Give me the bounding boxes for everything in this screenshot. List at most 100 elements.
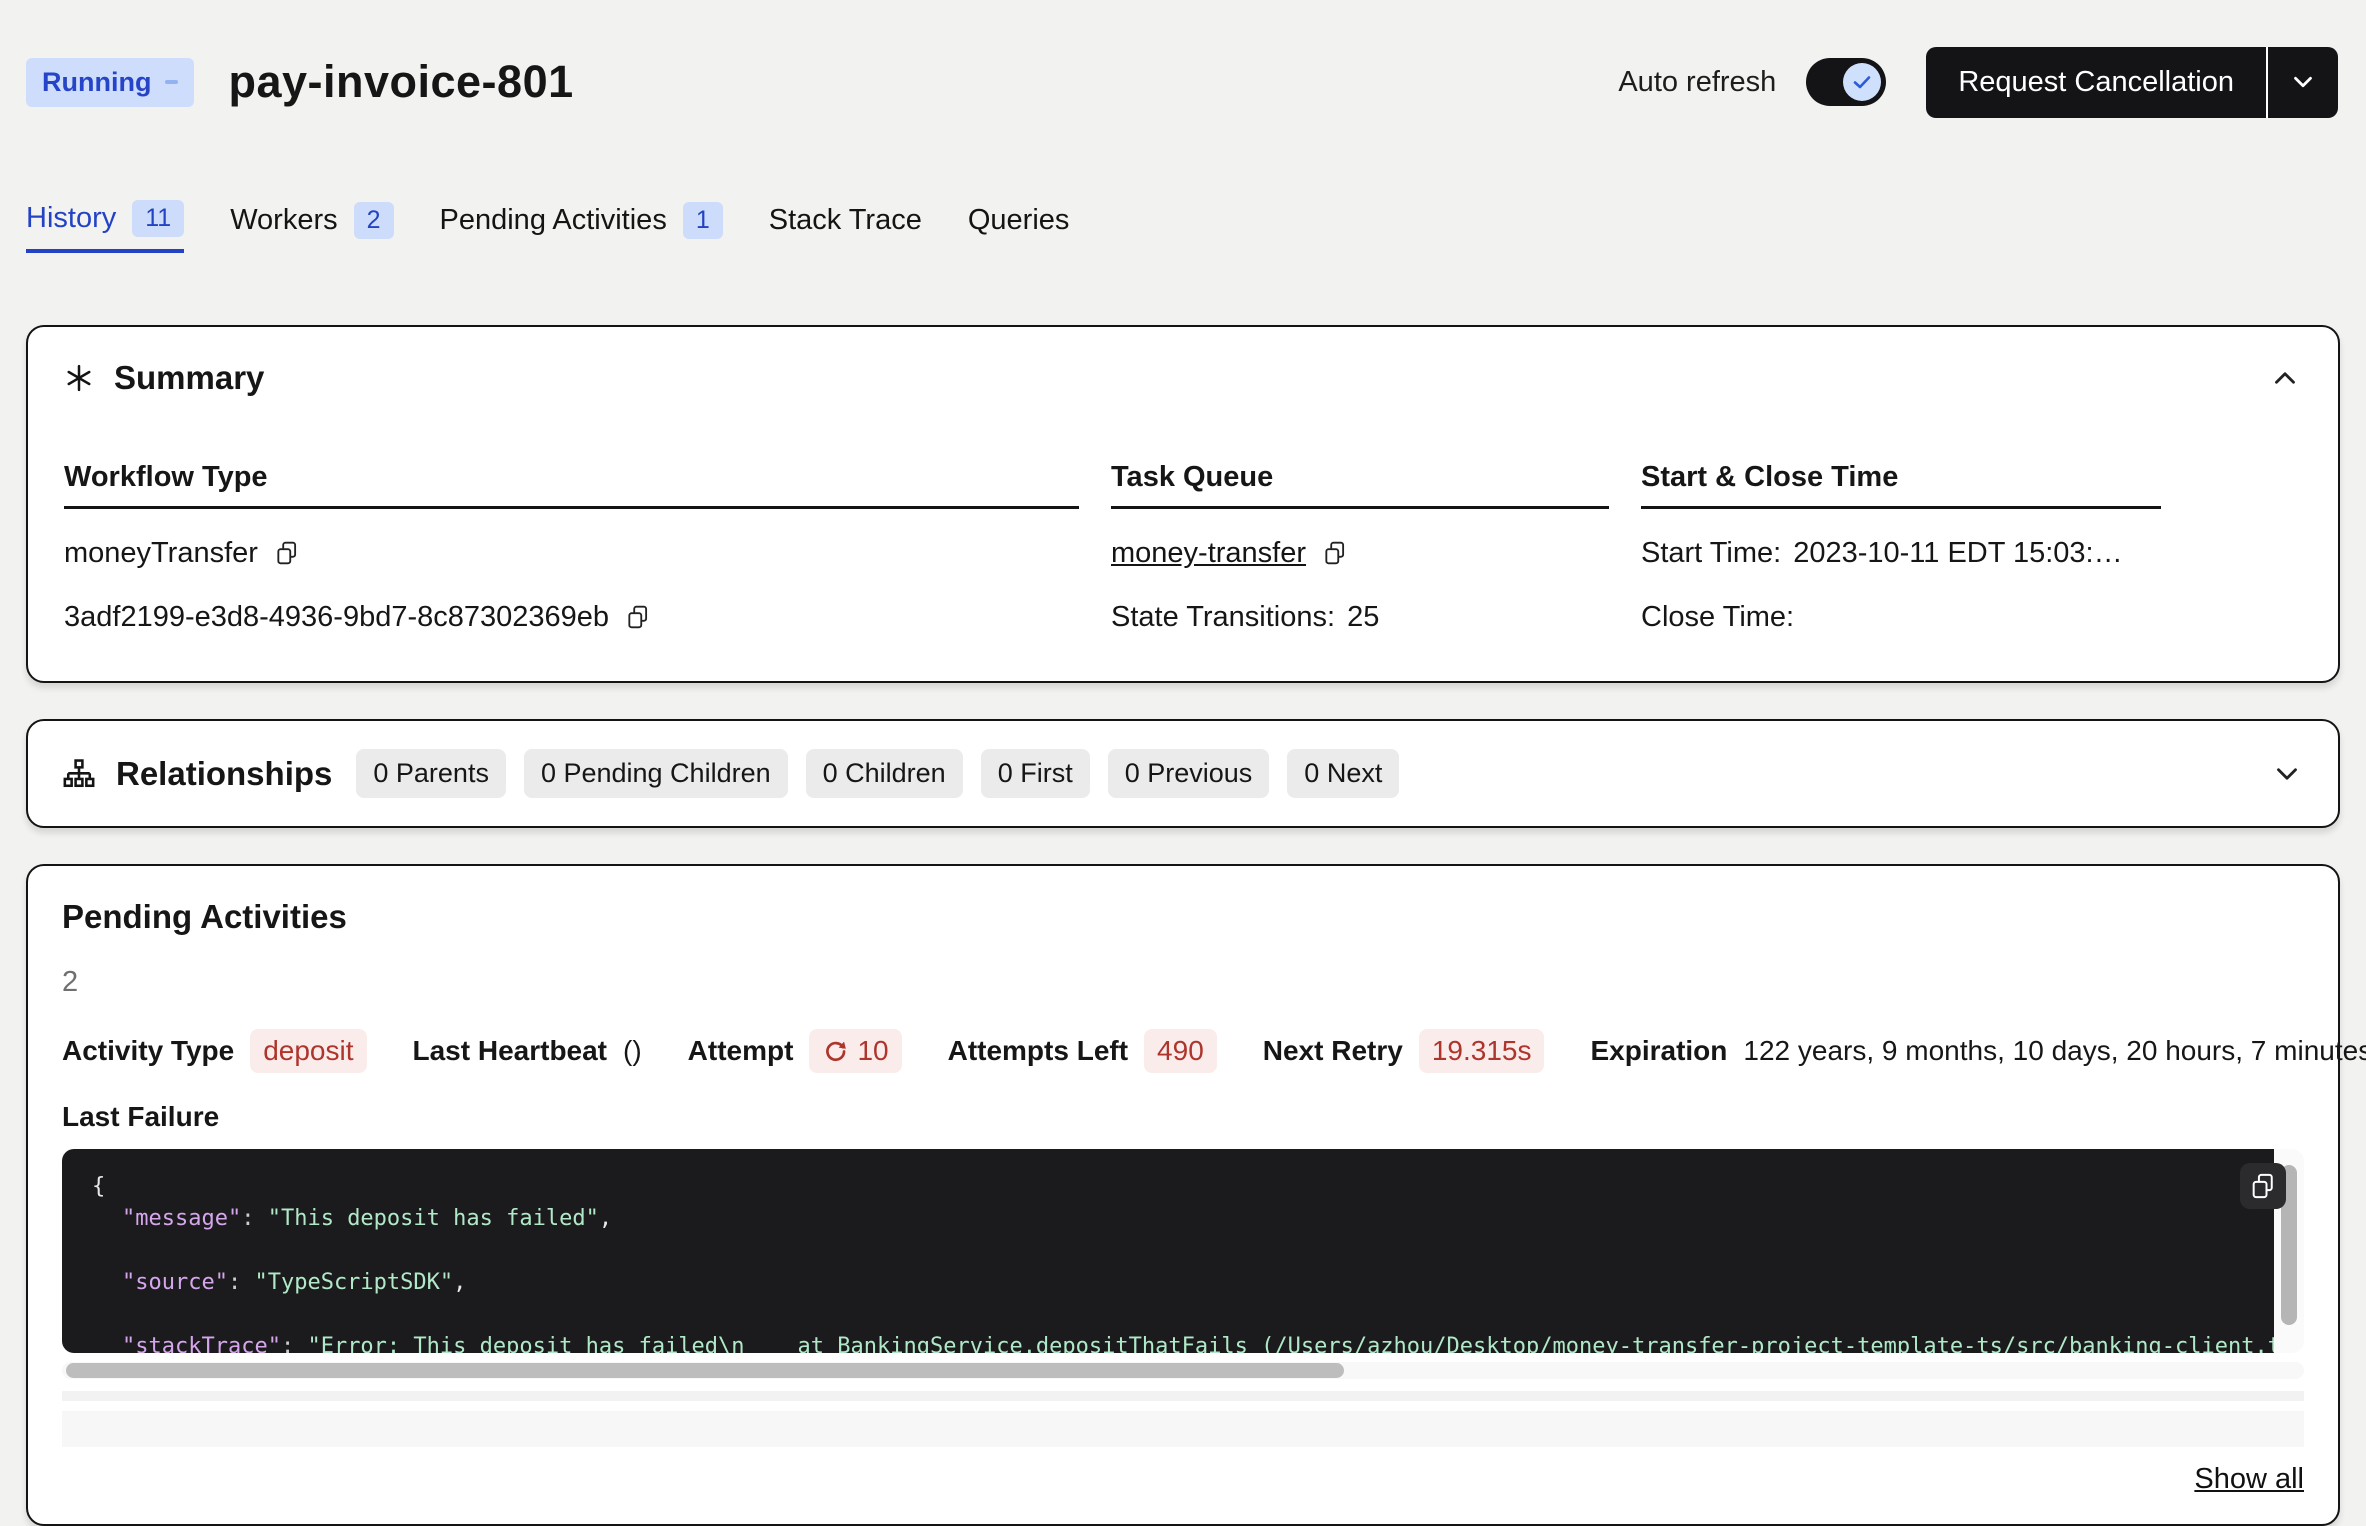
pending-children-badge: 0 Pending Children: [524, 749, 788, 798]
state-transitions-value: 25: [1347, 601, 1379, 634]
attempt-badge: 10: [809, 1029, 901, 1073]
previous-badge: 0 Previous: [1108, 749, 1270, 798]
code-key: "source": [122, 1270, 228, 1295]
expiration-field: Expiration 122 years, 9 months, 10 days,…: [1590, 1035, 2366, 1067]
time-column: Start & Close Time Start Time: 2023-10-1…: [1641, 461, 2161, 637]
relationships-expand-button[interactable]: [2270, 757, 2304, 791]
tab-history[interactable]: History 11: [26, 200, 184, 253]
show-all-row: Show all: [62, 1463, 2304, 1496]
time-header: Start & Close Time: [1641, 461, 2161, 509]
attempt-label: Attempt: [688, 1035, 794, 1067]
pending-activities-title: Pending Activities: [62, 898, 2304, 936]
tab-label: Queries: [968, 204, 1070, 237]
last-failure-code-block: { "message": "This deposit has failed", …: [62, 1149, 2274, 1353]
request-cancellation-label: Request Cancellation: [1926, 47, 2266, 118]
code-open-brace: {: [92, 1174, 105, 1199]
tab-label: History: [26, 202, 116, 235]
pending-activities-card: Pending Activities 2 Activity Type depos…: [26, 864, 2340, 1526]
relationships-card: Relationships 0 Parents 0 Pending Childr…: [26, 719, 2340, 828]
task-queue-header: Task Queue: [1111, 461, 1609, 509]
tab-count-badge: 11: [132, 200, 184, 237]
status-spinner-icon: [165, 80, 178, 84]
chevron-up-icon: [2268, 361, 2302, 395]
code-separator: :: [241, 1206, 268, 1231]
tab-workers[interactable]: Workers 2: [230, 200, 393, 253]
status-badge: Running: [26, 58, 194, 107]
last-heartbeat-label: Last Heartbeat: [413, 1035, 608, 1067]
chevron-down-icon: [2270, 757, 2304, 791]
show-all-link[interactable]: Show all: [2194, 1463, 2304, 1496]
copy-task-queue-button[interactable]: [1322, 540, 1348, 566]
tab-pending-activities[interactable]: Pending Activities 1: [440, 200, 723, 253]
workflow-type-header: Workflow Type: [64, 461, 1079, 509]
tab-queries[interactable]: Queries: [968, 200, 1070, 253]
code-line: "message": "This deposit has failed",: [92, 1203, 2274, 1235]
tab-stack-trace[interactable]: Stack Trace: [769, 200, 922, 253]
code-separator: :: [228, 1270, 255, 1295]
tab-label: Stack Trace: [769, 204, 922, 237]
code-line: "source": "TypeScriptSDK",: [92, 1267, 2274, 1299]
code-value: "TypeScriptSDK": [254, 1270, 453, 1295]
first-badge: 0 First: [981, 749, 1090, 798]
status-badge-label: Running: [42, 67, 151, 98]
expiration-label: Expiration: [1590, 1035, 1727, 1067]
next-retry-field: Next Retry 19.315s: [1263, 1029, 1545, 1073]
workflow-type-column: Workflow Type moneyTransfer 3adf2199-e3d…: [64, 461, 1079, 637]
attempts-left-badge: 490: [1144, 1029, 1217, 1073]
expiration-value: 122 years, 9 months, 10 days, 20 hours, …: [1743, 1035, 2366, 1067]
task-queue-link[interactable]: money-transfer: [1111, 537, 1306, 570]
auto-refresh-toggle[interactable]: [1806, 58, 1886, 106]
run-id-value: 3adf2199-e3d8-4936-9bd7-8c87302369eb: [64, 601, 609, 634]
tab-count-badge: 2: [354, 202, 394, 239]
state-transitions-label: State Transitions:: [1111, 601, 1335, 634]
attempt-field: Attempt 10: [688, 1029, 902, 1073]
chevron-down-icon: [2288, 67, 2318, 97]
activity-type-badge: deposit: [250, 1029, 366, 1073]
relationship-badges: 0 Parents 0 Pending Children 0 Children …: [356, 749, 1399, 798]
parents-badge: 0 Parents: [356, 749, 506, 798]
start-time-value: 2023-10-11 EDT 15:03:…: [1793, 537, 2122, 570]
summary-grid: Workflow Type moneyTransfer 3adf2199-e3d…: [64, 461, 2302, 637]
auto-refresh-label: Auto refresh: [1618, 66, 1776, 99]
collapsed-activity-row: [62, 1411, 2304, 1447]
attempts-left-field: Attempts Left 490: [948, 1029, 1217, 1073]
copy-workflow-type-button[interactable]: [274, 540, 300, 566]
next-retry-label: Next Retry: [1263, 1035, 1403, 1067]
activity-type-label: Activity Type: [62, 1035, 234, 1067]
next-badge: 0 Next: [1287, 749, 1399, 798]
tab-label: Pending Activities: [440, 204, 667, 237]
summary-card-header: Summary: [64, 359, 2302, 397]
tab-bar: History 11 Workers 2 Pending Activities …: [0, 200, 2366, 253]
cancel-menu-button[interactable]: [2268, 47, 2338, 118]
request-cancellation-button[interactable]: Request Cancellation: [1926, 47, 2338, 118]
last-heartbeat-field: Last Heartbeat (): [413, 1035, 642, 1067]
code-horizontal-scrollbar-thumb[interactable]: [66, 1363, 1344, 1378]
workflow-header: Running pay-invoice-801 Auto refresh Req…: [0, 0, 2366, 138]
sparkle-icon: [64, 363, 94, 393]
relationships-card-header: Relationships 0 Parents 0 Pending Childr…: [62, 749, 2304, 798]
code-key: "stackTrace": [122, 1334, 281, 1353]
last-heartbeat-value: (): [623, 1035, 642, 1067]
children-badge: 0 Children: [806, 749, 963, 798]
activity-fields-row: Activity Type deposit Last Heartbeat () …: [62, 1029, 2304, 1073]
summary-title: Summary: [114, 359, 264, 397]
summary-card: Summary Workflow Type moneyTransfer 3adf…: [26, 325, 2340, 683]
code-value: "This deposit has failed": [268, 1206, 599, 1231]
next-retry-badge: 19.315s: [1419, 1029, 1545, 1073]
start-time-label: Start Time:: [1641, 537, 1781, 570]
last-failure-label: Last Failure: [62, 1101, 2304, 1133]
retry-icon: [822, 1038, 849, 1065]
copy-icon: [274, 540, 300, 566]
copy-run-id-button[interactable]: [625, 604, 651, 630]
copy-last-failure-button[interactable]: [2240, 1163, 2286, 1209]
code-horizontal-scrollbar[interactable]: [62, 1362, 2304, 1379]
code-comma: ,: [599, 1206, 612, 1231]
code-line: "stackTrace": "Error: This deposit has f…: [92, 1331, 2274, 1353]
code-value: "Error: This deposit has failed\n at Ban…: [307, 1334, 2274, 1353]
summary-collapse-button[interactable]: [2268, 361, 2302, 395]
attempts-left-label: Attempts Left: [948, 1035, 1128, 1067]
code-key: "message": [122, 1206, 241, 1231]
toggle-knob: [1843, 63, 1881, 101]
page-title: pay-invoice-801: [228, 56, 1618, 108]
copy-icon: [1322, 540, 1348, 566]
